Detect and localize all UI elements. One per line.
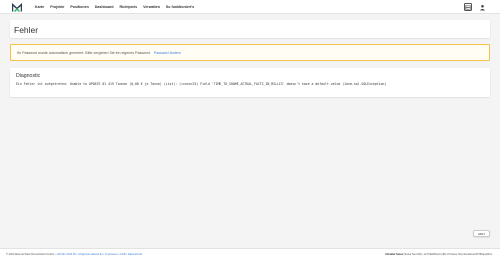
server-button[interactable] [464, 3, 472, 11]
diagnostic-message: Ein Fehler ist aufgetreten: Unable to UP… [16, 82, 387, 86]
footer-email-link[interactable]: info@marmalwerk.de [78, 253, 103, 256]
alert-text: Ihr Passwort wurde automatisch generiert… [17, 51, 151, 55]
nav-item-verwalten[interactable]: Verwalten [143, 5, 160, 9]
top-navbar: Karte Projekte Positionen Dashboard Rich… [0, 0, 500, 14]
nav-item-karte[interactable]: Karte [35, 5, 44, 9]
help-button[interactable]: Hilfe? [473, 230, 490, 237]
footer-phone-link[interactable]: +49 521 2303 50 [56, 253, 76, 256]
footer-version-info: Infotafel Suisa (Suisa Test #41): eF729a… [385, 253, 492, 256]
footer-datenschutz-link[interactable]: Datenschutz [128, 253, 142, 256]
nav-item-dashboard[interactable]: Dashboard [95, 5, 114, 9]
logo-icon[interactable] [12, 3, 22, 12]
nav-item-positionen[interactable]: Positionen [70, 5, 88, 9]
user-menu-button[interactable] [478, 3, 486, 11]
alert-message: Ihr Passwort wurde automatisch generiert… [17, 51, 181, 55]
nav-item-richtpreis[interactable]: Richtpreis [120, 5, 138, 9]
page-footer: © 2024 Marmal Werk Deutschland GmbH • +4… [0, 248, 500, 259]
server-icon [465, 4, 471, 10]
footer-copyright: © 2024 Marmal Werk Deutschland GmbH • [6, 252, 56, 256]
main-nav: Karte Projekte Positionen Dashboard Rich… [35, 0, 200, 14]
footer-instance-name: Infotafel Suisa [385, 252, 403, 256]
nav-item-so-funktionierts[interactable]: So funktioniert's [166, 5, 194, 9]
password-warning-alert: Ihr Passwort wurde automatisch generiert… [10, 44, 490, 61]
change-password-link[interactable]: Passwort ändern [154, 51, 181, 55]
footer-info: © 2024 Marmal Werk Deutschland GmbH • +4… [6, 252, 143, 256]
nav-item-projekte[interactable]: Projekte [50, 5, 64, 9]
diagnostic-title: Diagnostic [16, 72, 41, 79]
page-title: Fehler [14, 24, 39, 35]
user-icon [479, 4, 485, 10]
footer-agb-link[interactable]: AGB [120, 253, 125, 256]
footer-impressum-link[interactable]: Impressum [105, 253, 118, 256]
footer-instance-details: (Suisa Test #41): eF729a53fee0 (48) of P… [403, 252, 492, 256]
page-title-card: Fehler [10, 20, 490, 38]
diagnostic-card: Diagnostic Ein Fehler ist aufgetreten: U… [10, 68, 490, 97]
